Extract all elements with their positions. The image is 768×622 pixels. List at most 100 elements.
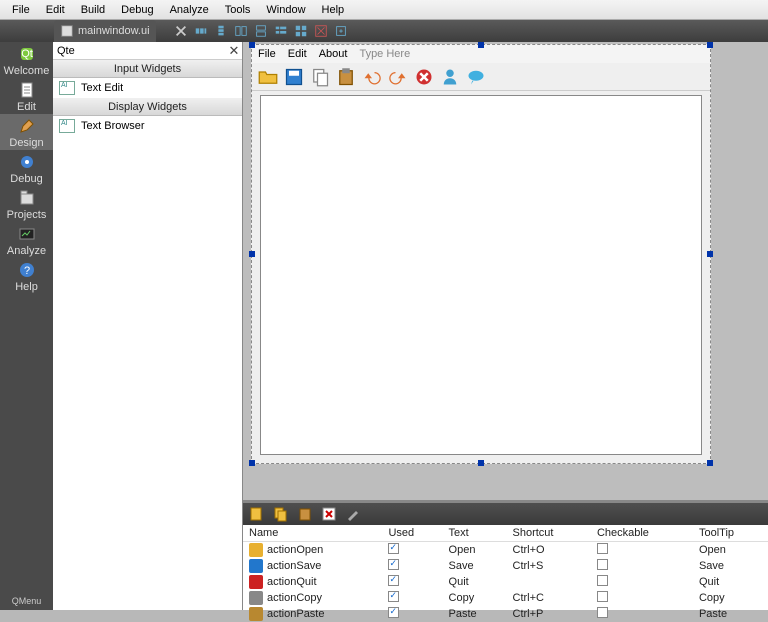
svg-text:?: ? — [23, 265, 29, 277]
mode-design[interactable]: Design — [0, 114, 53, 150]
delete-action-icon[interactable] — [321, 506, 337, 522]
menu-build[interactable]: Build — [73, 4, 113, 16]
design-icon — [17, 116, 37, 136]
action-icon — [249, 559, 263, 573]
action-row[interactable]: actionOpenOpenCtrl+OOpen — [243, 542, 768, 559]
action-icon — [249, 543, 263, 557]
chat-icon[interactable] — [466, 67, 486, 87]
folder-open-icon[interactable] — [258, 67, 278, 87]
form-menu-type-here[interactable]: Type Here — [359, 48, 410, 60]
resize-handle[interactable] — [478, 42, 484, 48]
widget-item[interactable]: Text Browser — [53, 116, 242, 136]
undo-icon[interactable] — [362, 67, 382, 87]
user-icon[interactable] — [440, 67, 460, 87]
layout-grid-icon[interactable] — [292, 22, 310, 40]
menu-edit[interactable]: Edit — [38, 4, 73, 16]
used-checkbox[interactable] — [388, 607, 399, 618]
action-row[interactable]: actionCopyCopyCtrl+CCopy — [243, 590, 768, 606]
mode-help[interactable]: ?Help — [0, 258, 53, 294]
action-row[interactable]: actionQuitQuitQuit — [243, 574, 768, 590]
column-header[interactable]: Used — [382, 525, 442, 542]
resize-handle[interactable] — [707, 42, 713, 48]
design-canvas[interactable]: File Edit About Type Here — [243, 42, 768, 500]
widget-icon — [59, 81, 75, 95]
form-window[interactable]: File Edit About Type Here — [251, 44, 711, 464]
used-checkbox[interactable] — [388, 559, 399, 570]
menu-help[interactable]: Help — [314, 4, 353, 16]
menu-analyze[interactable]: Analyze — [162, 4, 217, 16]
layout-hsplit-icon[interactable] — [232, 22, 250, 40]
widget-category[interactable]: Input Widgets — [53, 60, 242, 78]
mode-edit[interactable]: Edit — [0, 78, 53, 114]
column-header[interactable]: ToolTip — [693, 525, 768, 542]
paste-action-icon[interactable] — [297, 506, 313, 522]
paste-icon[interactable] — [336, 67, 356, 87]
new-action-icon[interactable] — [249, 506, 265, 522]
widget-item[interactable]: Text Edit — [53, 78, 242, 98]
locator-status[interactable]: QMenu — [0, 592, 53, 610]
column-header[interactable]: Name — [243, 525, 382, 542]
adjust-size-icon[interactable] — [332, 22, 350, 40]
form-central-widget[interactable] — [260, 95, 702, 455]
widget-search-bar: ✕ — [53, 42, 242, 60]
configure-icon[interactable] — [345, 506, 361, 522]
action-editor-toolbar — [243, 503, 768, 525]
mode-welcome[interactable]: QtWelcome — [0, 42, 53, 78]
column-header[interactable]: Checkable — [591, 525, 693, 542]
menu-debug[interactable]: Debug — [113, 4, 161, 16]
layout-h-icon[interactable] — [192, 22, 210, 40]
menu-window[interactable]: Window — [258, 4, 313, 16]
action-icon — [249, 591, 263, 605]
form-menu-file[interactable]: File — [258, 48, 276, 60]
action-table[interactable]: NameUsedTextShortcutCheckableToolTip act… — [243, 525, 768, 622]
projects-icon — [17, 188, 37, 208]
main-menubar: FileEditBuildDebugAnalyzeToolsWindowHelp — [0, 0, 768, 20]
copy-action-icon[interactable] — [273, 506, 289, 522]
widget-search-input[interactable] — [53, 43, 226, 59]
break-layout-icon[interactable] — [312, 22, 330, 40]
action-row[interactable]: actionPastePasteCtrl+PPaste — [243, 606, 768, 622]
column-header[interactable]: Text — [443, 525, 507, 542]
quit-icon[interactable] — [414, 67, 434, 87]
checkable-checkbox[interactable] — [597, 559, 608, 570]
mode-analyze[interactable]: Analyze — [0, 222, 53, 258]
form-toolbar[interactable] — [252, 63, 710, 91]
checkable-checkbox[interactable] — [597, 591, 608, 602]
form-menu-about[interactable]: About — [319, 48, 348, 60]
menu-file[interactable]: File — [4, 4, 38, 16]
clear-search-icon[interactable]: ✕ — [226, 43, 242, 59]
layout-form-icon[interactable] — [272, 22, 290, 40]
resize-handle[interactable] — [249, 251, 255, 257]
widget-category[interactable]: Display Widgets — [53, 98, 242, 116]
document-tab[interactable]: mainwindow.ui — [54, 20, 156, 42]
redo-icon[interactable] — [388, 67, 408, 87]
column-header[interactable]: Shortcut — [507, 525, 591, 542]
layout-vsplit-icon[interactable] — [252, 22, 270, 40]
resize-handle[interactable] — [707, 460, 713, 466]
resize-handle[interactable] — [249, 460, 255, 466]
used-checkbox[interactable] — [388, 543, 399, 554]
menu-tools[interactable]: Tools — [217, 4, 259, 16]
action-row[interactable]: actionSaveSaveCtrl+SSave — [243, 558, 768, 574]
save-icon[interactable] — [284, 67, 304, 87]
action-editor-panel: NameUsedTextShortcutCheckableToolTip act… — [243, 500, 768, 610]
analyze-icon — [17, 224, 37, 244]
resize-handle[interactable] — [707, 251, 713, 257]
close-icon[interactable] — [172, 22, 190, 40]
checkable-checkbox[interactable] — [597, 607, 608, 618]
resize-handle[interactable] — [249, 42, 255, 48]
checkable-checkbox[interactable] — [597, 575, 608, 586]
ui-file-icon — [60, 24, 74, 38]
copy-icon[interactable] — [310, 67, 330, 87]
resize-handle[interactable] — [478, 460, 484, 466]
form-menu-edit[interactable]: Edit — [288, 48, 307, 60]
svg-text:Qt: Qt — [21, 48, 33, 60]
checkable-checkbox[interactable] — [597, 543, 608, 554]
mode-debug[interactable]: Debug — [0, 150, 53, 186]
used-checkbox[interactable] — [388, 575, 399, 586]
main-toolbar: mainwindow.ui — [0, 20, 768, 42]
layout-v-icon[interactable] — [212, 22, 230, 40]
used-checkbox[interactable] — [388, 591, 399, 602]
edit-icon — [17, 80, 37, 100]
mode-projects[interactable]: Projects — [0, 186, 53, 222]
